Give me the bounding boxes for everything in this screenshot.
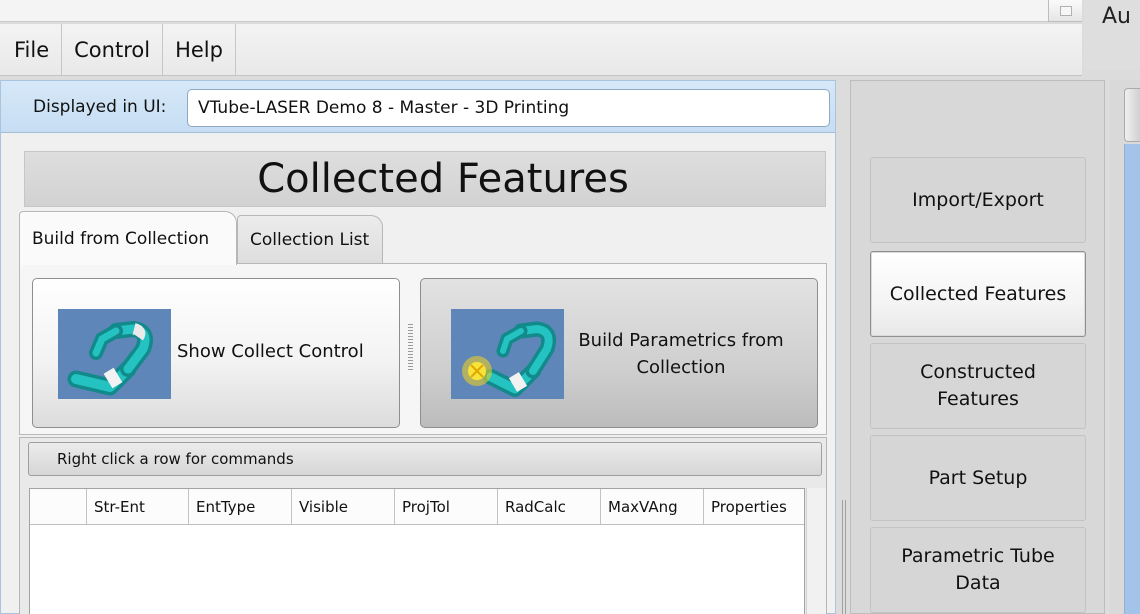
- build-parametrics-label-line2: Collection: [636, 357, 726, 378]
- nav-collected-features-button[interactable]: Collected Features: [870, 251, 1086, 337]
- nav-import-export-button[interactable]: Import/Export: [870, 157, 1086, 243]
- build-parametrics-label-line1: Build Parametrics from: [578, 330, 784, 351]
- nav-parametric-line2: Data: [955, 572, 1001, 594]
- main-panel: Displayed in UI: VTube-LASER Demo 8 - Ma…: [0, 80, 836, 614]
- nav-constructed-line1: Constructed: [920, 361, 1036, 383]
- nav-constructed-features-label: Constructed Features: [920, 359, 1036, 413]
- grid-header-radcalc[interactable]: RadCalc: [498, 489, 601, 524]
- grid-header-projtol[interactable]: ProjTol: [395, 489, 498, 524]
- menu-control[interactable]: Control: [62, 24, 164, 75]
- nav-constructed-line2: Features: [937, 388, 1019, 410]
- nav-splitter-grip[interactable]: [842, 500, 847, 614]
- grid-vertical-scrollbar[interactable]: [806, 488, 826, 614]
- nav-parametric-line1: Parametric Tube: [901, 545, 1055, 567]
- show-collect-control-label: Show Collect Control: [177, 341, 364, 362]
- grid-header-str-ent[interactable]: Str-Ent: [87, 489, 189, 524]
- nav-constructed-features-button[interactable]: Constructed Features: [870, 343, 1086, 429]
- side-panel-tab[interactable]: [1124, 88, 1140, 142]
- nav-parametric-tube-data-label: Parametric Tube Data: [901, 543, 1054, 597]
- displayed-in-ui-label: Displayed in UI:: [33, 97, 167, 117]
- adjacent-window-title-text: Au: [1102, 4, 1131, 29]
- grid-header-select[interactable]: [30, 489, 87, 524]
- title-strip: [0, 0, 1082, 22]
- grid-header-properties[interactable]: Properties: [704, 489, 804, 524]
- build-parametrics-label: Build Parametrics from Collection: [571, 327, 791, 381]
- tube-icon: [58, 309, 171, 399]
- grid-hint-bar: Right click a row for commands: [28, 442, 822, 476]
- navigation-panel: Import/Export Collected Features Constru…: [850, 80, 1105, 614]
- tab-collection-list[interactable]: Collection List: [237, 215, 383, 263]
- nav-part-setup-button[interactable]: Part Setup: [870, 435, 1086, 521]
- nav-parametric-tube-data-button[interactable]: Parametric Tube Data: [870, 527, 1086, 613]
- collection-grid[interactable]: Str-Ent EntType Visible ProjTol RadCalc …: [29, 488, 805, 614]
- panel-title-bar: Collected Features: [24, 151, 826, 207]
- splitter-grip[interactable]: [408, 324, 413, 372]
- build-parametrics-button[interactable]: Build Parametrics from Collection: [420, 278, 818, 428]
- menu-bar: File Control Help: [0, 24, 1082, 76]
- grid-header-maxvang[interactable]: MaxVAng: [601, 489, 704, 524]
- panel-title: Collected Features: [257, 156, 629, 202]
- grid-header-row: Str-Ent EntType Visible ProjTol RadCalc …: [30, 489, 804, 525]
- displayed-in-ui-bar: Displayed in UI: VTube-LASER Demo 8 - Ma…: [1, 81, 835, 133]
- tab-content: Show Collect Control Build Parametrics f…: [19, 263, 827, 435]
- displayed-in-ui-field[interactable]: VTube-LASER Demo 8 - Master - 3D Printin…: [187, 89, 830, 127]
- tube-build-icon: [451, 309, 564, 399]
- collection-grid-panel: Right click a row for commands Str-Ent E…: [19, 437, 827, 614]
- side-panel-stripe: [1124, 144, 1140, 614]
- show-collect-control-button[interactable]: Show Collect Control: [32, 278, 400, 428]
- menu-file[interactable]: File: [0, 24, 63, 75]
- window-restore-button[interactable]: [1048, 0, 1082, 22]
- tab-build-from-collection[interactable]: Build from Collection: [19, 211, 237, 265]
- menu-help[interactable]: Help: [163, 24, 236, 75]
- grid-header-enttype[interactable]: EntType: [189, 489, 292, 524]
- adjacent-window-title: Au: [1084, 0, 1140, 70]
- grid-header-visible[interactable]: Visible: [292, 489, 395, 524]
